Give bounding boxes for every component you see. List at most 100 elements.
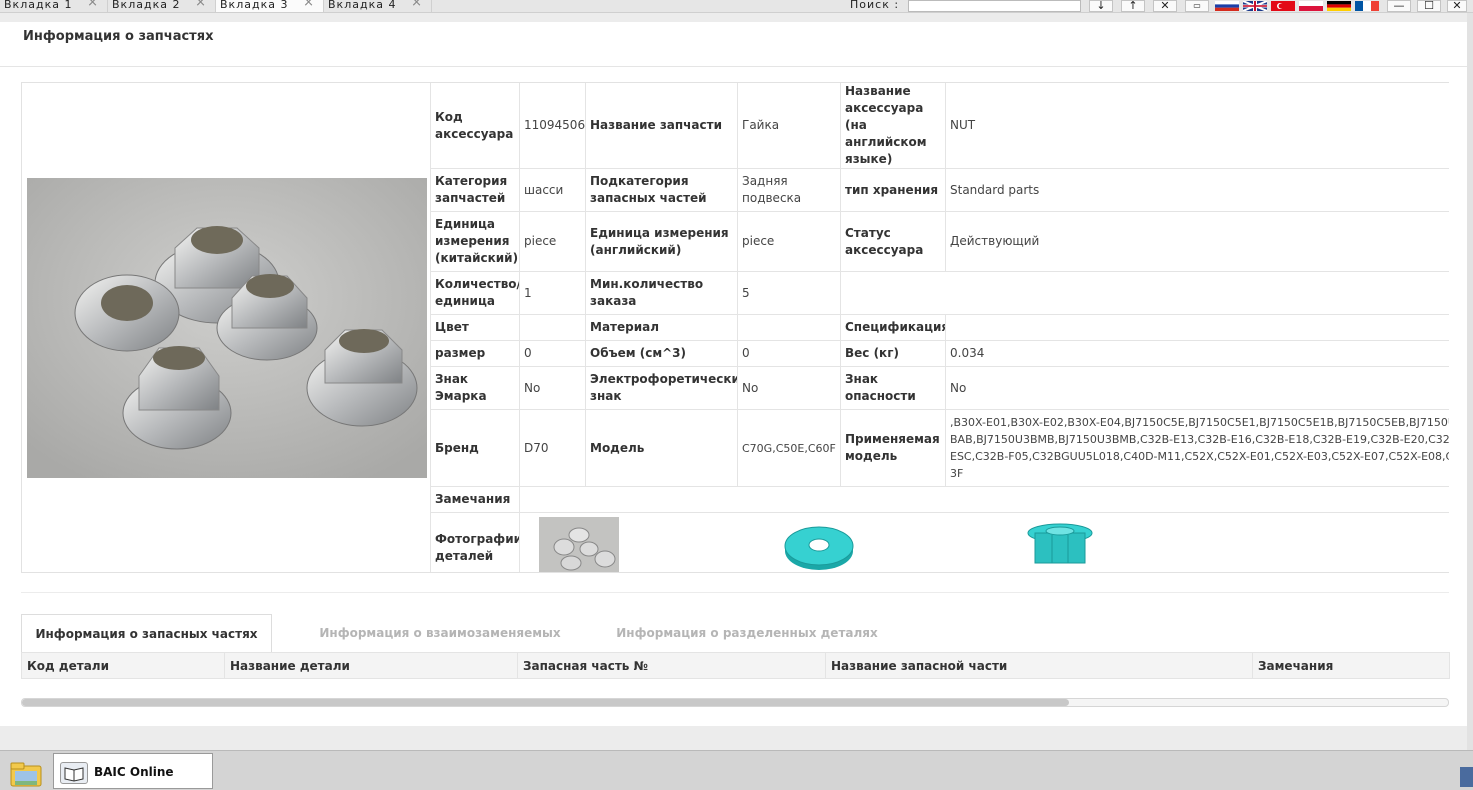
brand-value: D70	[519, 409, 586, 487]
tab-4[interactable]: Вкладка 4 ×	[324, 0, 432, 12]
print-button[interactable]: ▭	[1185, 0, 1209, 12]
thumbnail-flange-nut-drawing[interactable]	[1025, 521, 1095, 571]
title-divider	[0, 66, 1467, 67]
section-divider	[21, 592, 1449, 593]
column-part-name[interactable]: Название детали	[224, 652, 518, 679]
spec-value	[945, 314, 1449, 341]
flange-nut-3d-icon	[1027, 523, 1093, 564]
tab-3-label: Вкладка 3	[220, 0, 289, 11]
system-tray-icon[interactable]	[1460, 767, 1473, 787]
weight-value: 0.034	[945, 340, 1449, 367]
accessory-code-label: Код аксессуара	[430, 83, 520, 169]
up-arrow-button[interactable]: ↑	[1121, 0, 1145, 12]
status-label: Статус аксессуара	[840, 211, 946, 272]
color-label: Цвет	[430, 314, 520, 341]
part-details-box: Код аксессуара 11094506 Название запчаст…	[21, 82, 1449, 573]
close-window-button[interactable]: ✕	[1447, 0, 1467, 12]
remarks-label: Замечания	[430, 486, 520, 513]
min-order-label: Мин.количество заказа	[585, 271, 738, 315]
tab-spare-parts-info[interactable]: Информация о запасных частях	[21, 614, 272, 653]
nuts-photo-image	[27, 178, 427, 478]
flag-english-icon[interactable]	[1242, 0, 1268, 12]
column-spare-part-name[interactable]: Название запасной части	[825, 652, 1253, 679]
applicable-model-value: ,B30X-E01,B30X-E02,B30X-E04,BJ7150C5E,BJ…	[945, 409, 1449, 487]
weight-label: Вес (кг)	[840, 340, 946, 367]
danger-value: No	[945, 366, 1449, 410]
tab-3[interactable]: Вкладка 3 ×	[216, 0, 324, 12]
part-name-label: Название запчасти	[585, 83, 738, 169]
storage-type-label: тип хранения	[840, 168, 946, 212]
flag-german-icon[interactable]	[1327, 0, 1351, 11]
size-label: размер	[430, 340, 520, 367]
size-value: 0	[519, 340, 586, 367]
model-value: C70G,C50E,C60F	[737, 409, 841, 487]
part-info-panel: Информация о запчастях Код аксессуара 11…	[0, 22, 1467, 726]
flag-french-icon[interactable]	[1355, 0, 1379, 11]
column-part-code[interactable]: Код детали	[21, 652, 225, 679]
down-arrow-button[interactable]: ↓	[1089, 0, 1113, 12]
category-value: шасси	[519, 168, 586, 212]
english-name-label: Название аксессуара (на английском языке…	[840, 83, 946, 169]
thumbnail-washer-drawing[interactable]	[782, 521, 857, 571]
turkish-flag-icon	[1271, 1, 1295, 11]
folder-icon	[10, 762, 42, 787]
emark-label: Знак Эмарка	[430, 366, 520, 410]
volume-label: Объем (см^3)	[585, 340, 738, 367]
taskbar-item-label: BAIC Online	[94, 765, 174, 779]
danger-label: Знак опасности	[840, 366, 946, 410]
brand-label: Бренд	[430, 409, 520, 487]
spare-parts-table: Код детали Название детали Запасная част…	[21, 652, 1450, 679]
unit-en-label: Единица измерения (английский)	[585, 211, 738, 272]
main-part-photo[interactable]	[27, 178, 427, 478]
taskbar-item-baic-online[interactable]: BAIC Online	[53, 753, 213, 789]
folder-start-icon[interactable]	[9, 760, 43, 788]
min-order-value: 5	[737, 271, 841, 315]
model-label: Модель	[585, 409, 738, 487]
accessory-code-value: 11094506	[519, 83, 586, 169]
emark-value: No	[519, 366, 586, 410]
photos-cell	[519, 512, 1449, 572]
flag-turkish-icon[interactable]	[1271, 0, 1295, 11]
flag-russian-icon[interactable]	[1215, 0, 1239, 11]
horizontal-scrollbar[interactable]	[21, 698, 1449, 707]
minimize-button[interactable]: —	[1387, 0, 1411, 12]
column-spare-part-number[interactable]: Запасная часть №	[517, 652, 826, 679]
tab-2-close-icon[interactable]: ×	[195, 0, 207, 9]
close-search-button[interactable]: ✕	[1153, 0, 1177, 12]
tab-2-label: Вкладка 2	[112, 0, 181, 11]
applicable-model-label: Применяемая модель	[840, 409, 946, 487]
maximize-button[interactable]: ☐	[1417, 0, 1441, 12]
tab-2[interactable]: Вкладка 2 ×	[108, 0, 216, 12]
storage-type-value: Standard parts	[945, 168, 1449, 212]
polish-flag-icon	[1299, 1, 1323, 11]
status-value: Действующий	[945, 211, 1449, 272]
thumbnail-photo-1[interactable]	[539, 517, 619, 572]
remarks-value	[519, 486, 1449, 513]
nuts-thumbnail-icon	[539, 517, 619, 572]
tab-interchangeable-parts[interactable]: Информация о взаимозаменяемых деталях	[290, 614, 590, 678]
tab-4-close-icon[interactable]: ×	[411, 0, 423, 9]
tab-1[interactable]: Вкладка 1 ×	[0, 0, 108, 12]
tab-3-close-icon[interactable]: ×	[303, 0, 315, 9]
english-name-value: NUT	[945, 83, 1449, 169]
column-remarks[interactable]: Замечания	[1252, 652, 1450, 679]
qty-label: Количество/ единица	[430, 271, 520, 315]
scrollbar-thumb[interactable]	[22, 699, 1069, 706]
electro-label: Электрофоретический знак	[585, 366, 738, 410]
flag-polish-icon[interactable]	[1299, 0, 1323, 11]
search-input[interactable]	[908, 0, 1081, 12]
tab-1-close-icon[interactable]: ×	[87, 0, 99, 9]
tab-split-parts[interactable]: Информация о разделенных деталях	[612, 614, 882, 653]
washer-3d-icon	[784, 526, 854, 570]
unit-en-value: piece	[737, 211, 841, 272]
empty-cell	[840, 271, 1449, 315]
book-icon	[60, 762, 88, 784]
part-details-table: Код аксессуара 11094506 Название запчаст…	[430, 83, 1449, 572]
electro-value: No	[737, 366, 841, 410]
page-title: Информация о запчастях	[23, 29, 214, 44]
tab-4-label: Вкладка 4	[328, 0, 397, 11]
uk-flag-icon	[1242, 0, 1268, 12]
unit-cn-value: piece	[519, 211, 586, 272]
vertical-scrollbar[interactable]	[1467, 13, 1473, 750]
subcategory-value: Задняя подвеска	[737, 168, 841, 212]
